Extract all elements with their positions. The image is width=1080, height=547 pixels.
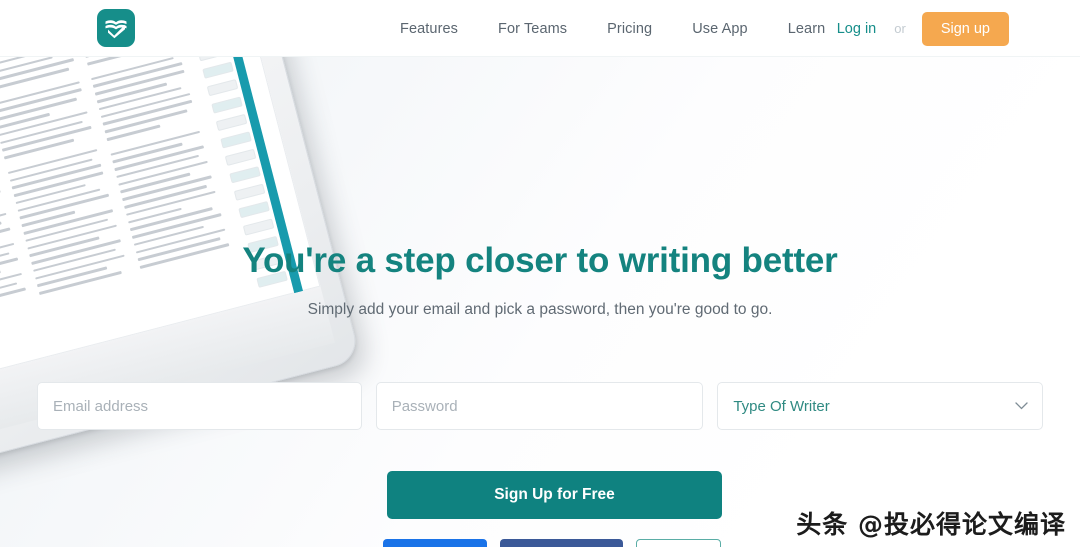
signup-button[interactable]: Sign up bbox=[921, 11, 1009, 46]
nav-item-use-app[interactable]: Use App bbox=[672, 21, 768, 37]
open-book-check-logo-icon bbox=[104, 17, 128, 39]
writer-type-select-label: Type Of Writer bbox=[733, 397, 830, 415]
writer-type-select[interactable]: Type Of Writer bbox=[717, 382, 1043, 430]
page-title: You're a step closer to writing better bbox=[242, 241, 838, 280]
watermark-text: 头条 @投必得论文编译 bbox=[796, 510, 1066, 539]
facebook-login-button[interactable]: Facebook bbox=[500, 539, 623, 547]
brand-logo[interactable] bbox=[97, 9, 135, 47]
main-nav: Features For Teams Pricing Use App Learn bbox=[380, 0, 845, 57]
nav-item-learn[interactable]: Learn bbox=[768, 21, 846, 37]
signup-page: Features For Teams Pricing Use App Learn… bbox=[0, 0, 1080, 547]
email-input[interactable] bbox=[37, 382, 362, 430]
sign-up-for-free-button[interactable]: Sign Up for Free bbox=[387, 471, 722, 519]
signup-form-row: Type Of Writer bbox=[37, 382, 1043, 430]
nav-item-pricing[interactable]: Pricing bbox=[587, 21, 672, 37]
sso-login-button[interactable]: SSO bbox=[636, 539, 721, 547]
site-header: Features For Teams Pricing Use App Learn… bbox=[0, 0, 1080, 57]
password-input[interactable] bbox=[375, 382, 704, 430]
google-login-button[interactable]: Google bbox=[383, 539, 487, 547]
chevron-down-icon bbox=[1015, 397, 1028, 415]
nav-item-for-teams[interactable]: For Teams bbox=[478, 21, 587, 37]
login-link[interactable]: Log in bbox=[837, 21, 877, 37]
social-login-row: Google Facebook bbox=[383, 539, 726, 547]
nav-item-features[interactable]: Features bbox=[380, 21, 478, 37]
page-subtitle: Simply add your email and pick a passwor… bbox=[307, 301, 773, 318]
hero-section: You're a step closer to writing better S… bbox=[0, 57, 1080, 547]
or-separator-label: or bbox=[894, 21, 906, 36]
auth-actions: Log in or Sign up bbox=[837, 0, 1009, 57]
